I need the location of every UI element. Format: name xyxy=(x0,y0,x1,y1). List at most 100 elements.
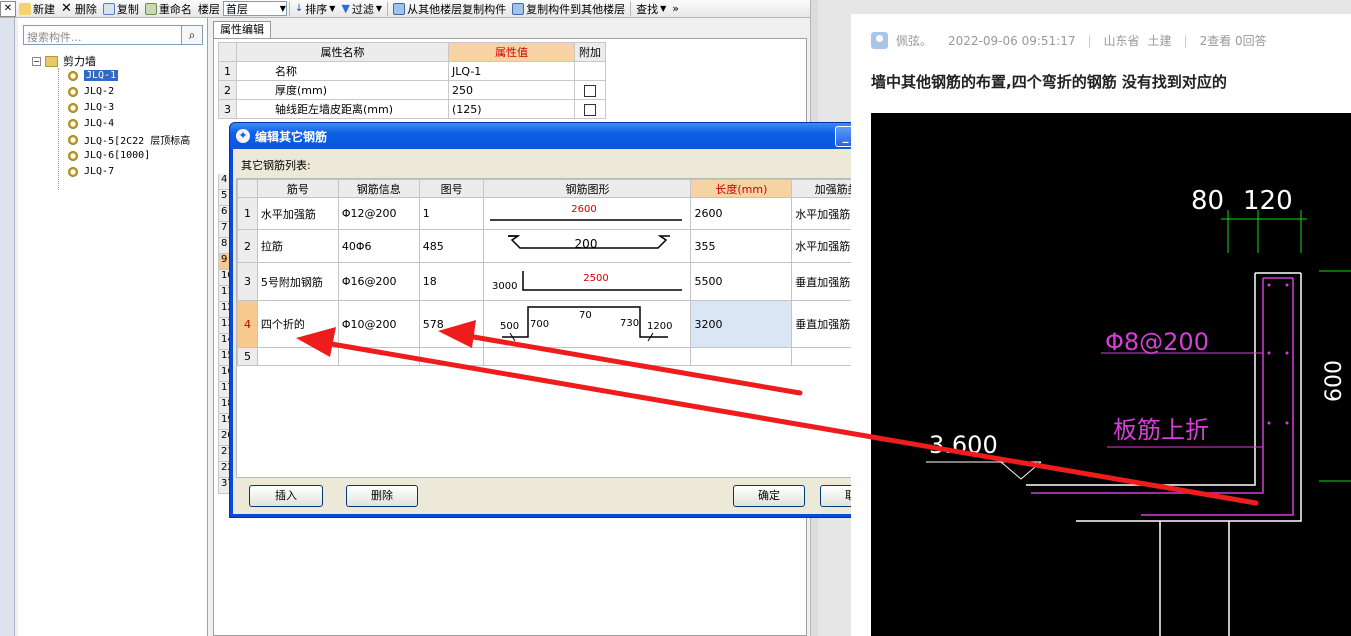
rebar-row[interactable]: 3 5号附加钢筋 Φ16@200 18 3000 2500 5500 垂直加强筋 xyxy=(237,262,893,301)
property-header-row: 属性名称 属性值 附加 xyxy=(218,42,606,62)
rebar-line xyxy=(1141,278,1294,516)
property-value-header: 属性值 xyxy=(448,42,575,62)
copy-from-floor-icon xyxy=(393,2,406,15)
bar-shape-cell[interactable]: 500 700 70 730 1200 xyxy=(483,300,692,348)
elevation-marker xyxy=(1000,461,1042,480)
row-number: 3 xyxy=(237,262,258,301)
bar-info[interactable] xyxy=(337,347,420,366)
tree-item-jlq-6[interactable]: JLQ-6[1000] xyxy=(68,148,150,163)
figure-number[interactable]: 485 xyxy=(418,229,485,263)
toolbar-separator xyxy=(288,1,290,16)
figure-number[interactable]: 578 xyxy=(418,300,485,348)
author-name[interactable]: 佩弦。 xyxy=(896,32,932,49)
component-icon xyxy=(68,70,78,81)
insert-button[interactable]: 插入 xyxy=(249,485,323,507)
figure-number[interactable]: 18 xyxy=(418,262,485,301)
copy-to-other-floor-button[interactable]: 复制构件到其他楼层 xyxy=(509,0,628,17)
question-post: 佩弦。 2022-09-06 09:51:17 | 山东省 土建 | 2查看 0… xyxy=(851,14,1351,636)
post-stats: 2查看 0回答 xyxy=(1199,34,1267,48)
bar-info[interactable]: Φ16@200 xyxy=(337,262,420,301)
bar-shape-cell[interactable]: 3000 2500 xyxy=(483,262,692,301)
property-row[interactable]: 2 厚度(mm) 250 xyxy=(218,80,606,100)
floor-select[interactable]: 首层 ▼ xyxy=(222,1,287,16)
tree-item-jlq-1[interactable]: JLQ-1 xyxy=(68,68,119,83)
bar-shape-cell[interactable]: 2600 xyxy=(483,197,692,230)
filter-button[interactable]: ▼ 过滤 ▼ xyxy=(338,0,385,17)
post-category[interactable]: 土建 xyxy=(1148,32,1172,49)
height-label: 600 xyxy=(1322,360,1347,402)
bar-name[interactable]: 水平加强筋 xyxy=(256,197,339,230)
collapse-icon[interactable]: − xyxy=(32,56,41,66)
property-value[interactable]: JLQ-1 xyxy=(448,61,575,81)
delete-button[interactable]: ✕ 删除 xyxy=(58,0,100,17)
bar-shape-cell[interactable] xyxy=(483,347,692,366)
four-bend-bar-shape: 500 700 70 730 1200 xyxy=(500,306,673,342)
bar-info[interactable]: Φ12@200 xyxy=(337,197,420,230)
sort-button[interactable]: ↓ 排序 ▼ xyxy=(292,0,339,17)
copy-icon xyxy=(102,2,115,15)
rebar-row[interactable]: 1 水平加强筋 Φ12@200 1 2600 2600 水平加强筋 xyxy=(237,197,893,230)
bar-length[interactable]: 3200 xyxy=(690,300,793,348)
tree-root-shear-wall[interactable]: − 剪力墙 xyxy=(32,53,96,69)
find-button[interactable]: 查找 ▼ xyxy=(633,0,669,17)
row-number: 1 xyxy=(237,197,258,230)
dialog-titlebar[interactable]: ✦ 编辑其它钢筋 _ □ ✕ xyxy=(230,123,905,149)
bar-name[interactable]: 5号附加钢筋 xyxy=(256,262,339,301)
chevron-down-icon: ▼ xyxy=(279,4,286,13)
bar-info[interactable]: Φ10@200 xyxy=(337,300,420,348)
rename-button[interactable]: 重命名 xyxy=(142,0,195,17)
bar-shape-cell[interactable]: 200 xyxy=(483,229,692,263)
bar-length[interactable]: 5500 xyxy=(690,262,793,301)
rebar-row[interactable]: 4 四个折的 Φ10@200 578 500 700 70 730 1200 3… xyxy=(237,300,893,348)
tree-item-jlq-4[interactable]: JLQ-4 xyxy=(68,116,114,131)
avatar[interactable] xyxy=(871,32,888,49)
property-name: 名称 xyxy=(236,61,449,81)
tree-item-jlq-7[interactable]: JLQ-7 xyxy=(68,164,114,179)
extra-checkbox[interactable] xyxy=(584,103,596,116)
tree-item-jlq-3[interactable]: JLQ-3 xyxy=(68,100,114,115)
rebar-row[interactable]: 2 拉筋 40Φ6 485 200 355 水平加强筋 xyxy=(237,229,893,263)
folder-icon xyxy=(45,55,58,67)
property-row[interactable]: 3 轴线距左墙皮距离(mm) (125) xyxy=(218,99,606,119)
tab-property-edit[interactable]: 属性编辑 xyxy=(213,21,271,38)
rebar-callout: Φ8@200 xyxy=(1105,328,1209,356)
bar-info[interactable]: 40Φ6 xyxy=(337,229,420,263)
bar-name[interactable]: 拉筋 xyxy=(256,229,339,263)
rebar-corner-cell xyxy=(237,179,258,198)
figure-number[interactable]: 1 xyxy=(418,197,485,230)
tree-item-jlq-2[interactable]: JLQ-2 xyxy=(68,84,114,99)
component-icon xyxy=(68,166,78,177)
rebar-row[interactable]: 5 xyxy=(237,347,893,366)
component-search-input[interactable]: 搜索构件... xyxy=(23,25,183,45)
property-value[interactable]: (125) xyxy=(448,99,575,119)
elevation-label: 3.600 xyxy=(929,431,998,459)
row-number: 2 xyxy=(237,229,258,263)
wall-outline xyxy=(1076,273,1302,522)
property-name: 厚度(mm) xyxy=(236,80,449,100)
figure-number[interactable] xyxy=(418,347,485,366)
post-location: 山东省 xyxy=(1103,34,1140,48)
property-row[interactable]: 1 名称 JLQ-1 xyxy=(218,61,606,81)
copy-from-other-floor-button[interactable]: 从其他楼层复制构件 xyxy=(390,0,509,17)
tree-item-jlq-5[interactable]: JLQ-5[2C22 层顶标高 xyxy=(68,132,190,147)
bar-name[interactable]: 四个折的 xyxy=(256,300,339,348)
search-icon[interactable]: ⌕ xyxy=(181,25,203,45)
extra-checkbox[interactable] xyxy=(584,84,596,97)
shape-dimension: 3000 xyxy=(492,281,517,292)
ok-button[interactable]: 确定 xyxy=(733,485,805,507)
bar-length[interactable]: 2600 xyxy=(690,197,793,230)
property-value[interactable]: 250 xyxy=(448,80,575,100)
toolbar-overflow-button[interactable]: » xyxy=(669,0,682,17)
rebar-header-row: 筋号 钢筋信息 图号 钢筋图形 长度(mm) 加强筋类型 xyxy=(237,179,893,198)
delete-row-button[interactable]: 删除 xyxy=(346,485,418,507)
bar-length[interactable] xyxy=(690,347,793,366)
bar-length[interactable]: 355 xyxy=(690,229,793,263)
new-icon xyxy=(19,2,31,15)
rebar-list-caption: 其它钢筋列表: xyxy=(241,159,311,172)
panel-close-icon[interactable]: ✕ xyxy=(0,0,16,17)
new-button[interactable]: 新建 xyxy=(16,0,58,17)
bar-name[interactable] xyxy=(256,347,339,366)
rebar-list: 筋号 钢筋信息 图号 钢筋图形 长度(mm) 加强筋类型 1 水平加强筋 Φ12… xyxy=(236,178,894,478)
copy-button[interactable]: 复制 xyxy=(100,0,142,17)
component-icon xyxy=(68,102,78,113)
